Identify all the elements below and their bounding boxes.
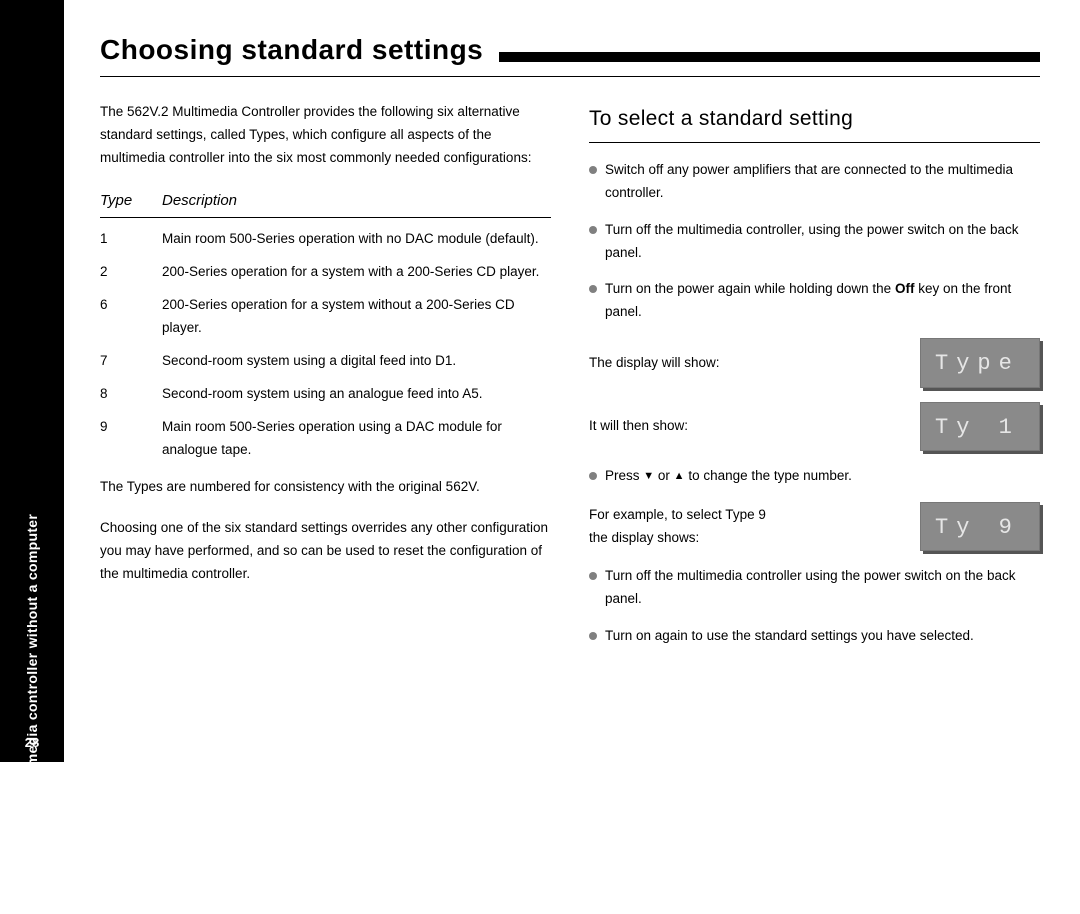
heading-row: Choosing standard settings <box>100 34 1040 66</box>
step-bullet: Turn on again to use the standard settin… <box>589 625 1040 648</box>
display-row: It will then show: Ty 1 <box>589 402 1040 451</box>
section-title: Configuring the multimedia controller wi… <box>24 514 40 914</box>
cell-desc: Main room 500-Series operation with no D… <box>162 228 551 251</box>
sidebar: Configuring the multimedia controller wi… <box>0 0 64 762</box>
display-label: For example, to select Type 9 the displa… <box>589 504 910 550</box>
sub-heading: To select a standard setting <box>589 101 1040 137</box>
cell-type: 1 <box>100 228 144 251</box>
step-text-pre: Press <box>605 468 643 483</box>
left-column: The 562V.2 Multimedia Controller provide… <box>100 101 551 662</box>
sub-divider <box>589 142 1040 143</box>
bullet-icon <box>589 285 597 293</box>
step-bullet: Turn on the power again while holding do… <box>589 278 1040 324</box>
display-label: It will then show: <box>589 415 910 438</box>
divider <box>100 76 1040 77</box>
page-number: 28 <box>0 735 64 750</box>
step-bullet: Press ▼ or ▲ to change the type number. <box>589 465 1040 488</box>
cell-desc: 200-Series operation for a system with a… <box>162 261 551 284</box>
step-bullet: Switch off any power amplifiers that are… <box>589 159 1040 205</box>
cell-desc: Main room 500-Series operation using a D… <box>162 416 551 462</box>
content-area: Choosing standard settings The 562V.2 Mu… <box>64 0 1080 762</box>
table-row: 7 Second-room system using a digital fee… <box>100 350 551 373</box>
step-bullet: Turn off the multimedia controller, usin… <box>589 219 1040 265</box>
up-arrow-icon: ▲ <box>674 471 685 482</box>
table-row: 8 Second-room system using an analogue f… <box>100 383 551 406</box>
down-arrow-icon: ▼ <box>643 471 654 482</box>
table-row: 2 200-Series operation for a system with… <box>100 261 551 284</box>
th-description: Description <box>162 188 237 214</box>
lcd-display: Type <box>920 338 1040 387</box>
example-line1: For example, to select Type 9 <box>589 507 766 522</box>
display-row: For example, to select Type 9 the displa… <box>589 502 1040 551</box>
after-table-note-2: Choosing one of the six standard setting… <box>100 517 551 586</box>
cell-type: 8 <box>100 383 144 406</box>
heading-rule <box>499 52 1040 62</box>
step-bullet: Turn off the multimedia controller using… <box>589 565 1040 611</box>
step-text: Turn off the multimedia controller, usin… <box>605 219 1040 265</box>
cell-type: 2 <box>100 261 144 284</box>
after-table-note-1: The Types are numbered for consistency w… <box>100 476 551 499</box>
cell-type: 6 <box>100 294 144 340</box>
bullet-icon <box>589 166 597 174</box>
intro-paragraph: The 562V.2 Multimedia Controller provide… <box>100 101 551 170</box>
off-key: Off <box>895 281 915 296</box>
step-text-mid: or <box>654 468 674 483</box>
step-text: Turn on the power again while holding do… <box>605 278 1040 324</box>
lcd-display: Ty 1 <box>920 402 1040 451</box>
display-row: The display will show: Type <box>589 338 1040 387</box>
table-row: 6 200-Series operation for a system with… <box>100 294 551 340</box>
bullet-icon <box>589 632 597 640</box>
step-text: Switch off any power amplifiers that are… <box>605 159 1040 205</box>
cell-desc: Second-room system using a digital feed … <box>162 350 551 373</box>
cell-desc: 200-Series operation for a system withou… <box>162 294 551 340</box>
right-column: To select a standard setting Switch off … <box>589 101 1040 662</box>
manual-page: Configuring the multimedia controller wi… <box>0 0 1080 762</box>
table-row: 1 Main room 500-Series operation with no… <box>100 228 551 251</box>
page-title: Choosing standard settings <box>100 34 483 66</box>
example-line2: the display shows: <box>589 530 699 545</box>
table-header: Type Description <box>100 188 551 219</box>
step-text-pre: Turn on the power again while holding do… <box>605 281 895 296</box>
columns: The 562V.2 Multimedia Controller provide… <box>100 101 1040 662</box>
step-text-post: to change the type number. <box>685 468 852 483</box>
lcd-display: Ty 9 <box>920 502 1040 551</box>
cell-type: 7 <box>100 350 144 373</box>
step-text: Press ▼ or ▲ to change the type number. <box>605 465 1040 488</box>
bullet-icon <box>589 572 597 580</box>
bullet-icon <box>589 472 597 480</box>
display-label: The display will show: <box>589 352 910 375</box>
cell-type: 9 <box>100 416 144 462</box>
th-type: Type <box>100 188 144 214</box>
bullet-icon <box>589 226 597 234</box>
step-text: Turn off the multimedia controller using… <box>605 565 1040 611</box>
cell-desc: Second-room system using an analogue fee… <box>162 383 551 406</box>
step-text: Turn on again to use the standard settin… <box>605 625 1040 648</box>
table-row: 9 Main room 500-Series operation using a… <box>100 416 551 462</box>
